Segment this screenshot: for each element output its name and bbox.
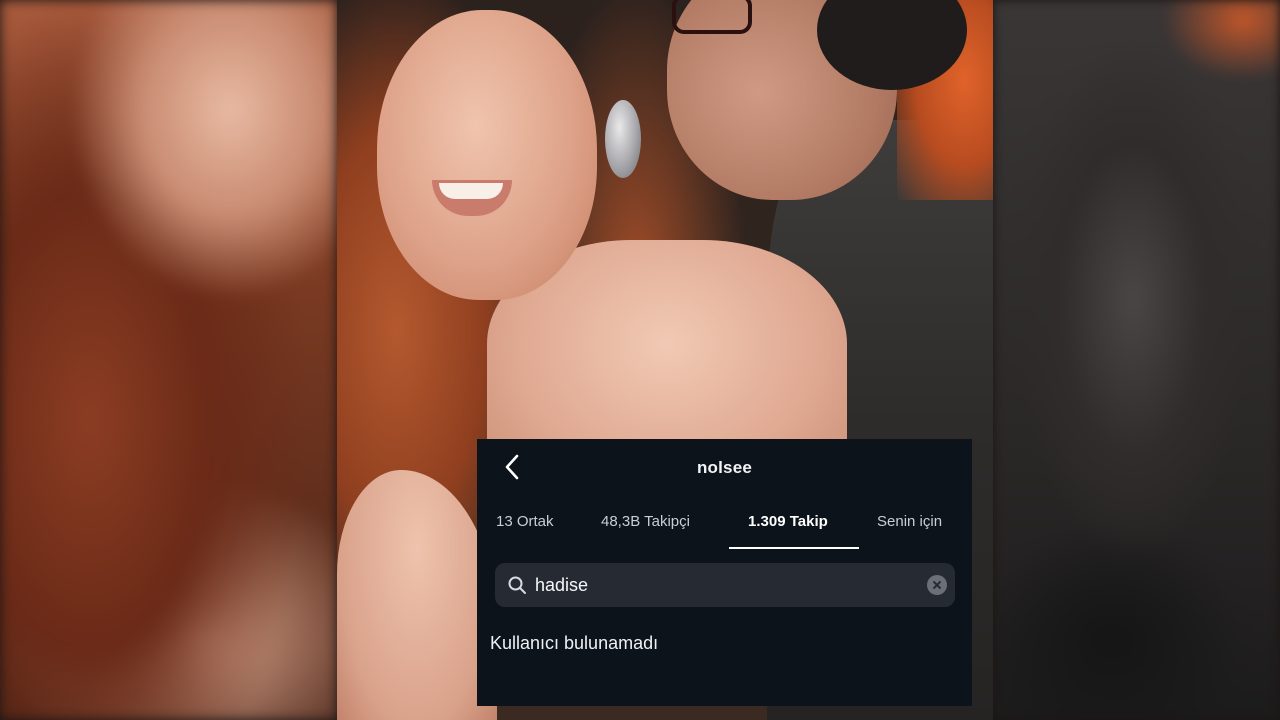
tab-following[interactable]: 1.309 Takip [748,513,828,530]
blurred-background-left [0,0,337,720]
photo-glasses [672,0,752,34]
photo-teeth [439,183,503,199]
following-list-panel: nolsee 13 Ortak 48,3B Takipçi 1.309 Taki… [477,439,972,706]
blurred-background-right [993,0,1280,720]
search-input[interactable] [535,563,915,607]
profile-username: nolsee [696,458,753,477]
no-results-message: Kullanıcı bulunamadı [490,633,659,653]
profile-header: nolsee [477,439,972,495]
active-tab-indicator [729,547,859,549]
tab-for-you[interactable]: Senin için [877,513,942,530]
clear-icon[interactable] [927,575,947,595]
photo-face [377,10,597,300]
tab-followers[interactable]: 48,3B Takipçi [601,513,690,530]
tab-mutual[interactable]: 13 Ortak [496,513,554,530]
search-icon [507,575,527,595]
follow-tabs: 13 Ortak 48,3B Takipçi 1.309 Takip Senin… [477,501,972,549]
photo-earring [605,100,641,178]
search-bar [495,563,955,607]
